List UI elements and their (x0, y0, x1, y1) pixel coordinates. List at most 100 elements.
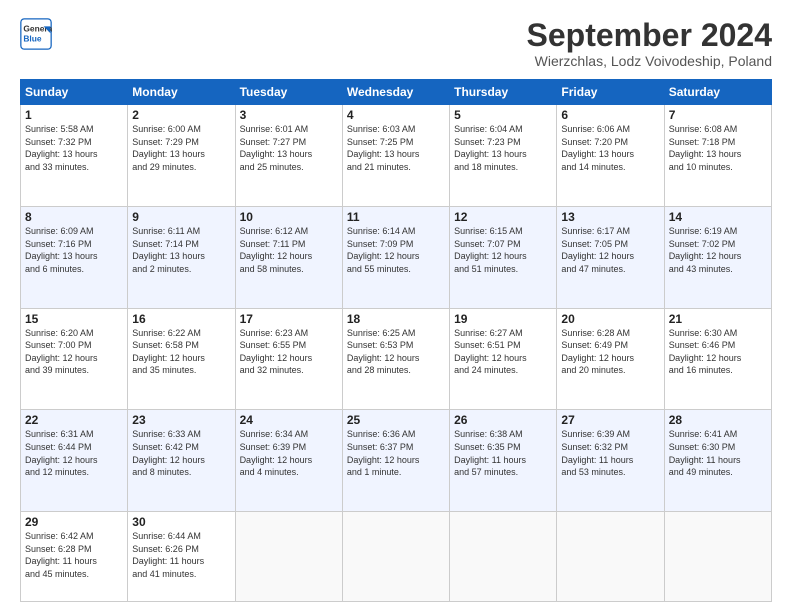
calendar-cell: 11Sunrise: 6:14 AM Sunset: 7:09 PM Dayli… (342, 206, 449, 308)
calendar-cell: 14Sunrise: 6:19 AM Sunset: 7:02 PM Dayli… (664, 206, 771, 308)
calendar-cell: 4Sunrise: 6:03 AM Sunset: 7:25 PM Daylig… (342, 105, 449, 207)
calendar-cell: 23Sunrise: 6:33 AM Sunset: 6:42 PM Dayli… (128, 410, 235, 512)
day-info: Sunrise: 6:19 AM Sunset: 7:02 PM Dayligh… (669, 225, 767, 275)
day-number: 10 (240, 210, 338, 224)
calendar-cell: 1Sunrise: 5:58 AM Sunset: 7:32 PM Daylig… (21, 105, 128, 207)
day-number: 13 (561, 210, 659, 224)
day-number: 2 (132, 108, 230, 122)
day-info: Sunrise: 6:03 AM Sunset: 7:25 PM Dayligh… (347, 123, 445, 173)
calendar-cell: 24Sunrise: 6:34 AM Sunset: 6:39 PM Dayli… (235, 410, 342, 512)
day-number: 19 (454, 312, 552, 326)
calendar-cell: 15Sunrise: 6:20 AM Sunset: 7:00 PM Dayli… (21, 308, 128, 410)
day-number: 26 (454, 413, 552, 427)
day-info: Sunrise: 6:38 AM Sunset: 6:35 PM Dayligh… (454, 428, 552, 478)
calendar-week-5: 29Sunrise: 6:42 AM Sunset: 6:28 PM Dayli… (21, 512, 772, 602)
calendar-table: SundayMondayTuesdayWednesdayThursdayFrid… (20, 79, 772, 602)
day-info: Sunrise: 6:42 AM Sunset: 6:28 PM Dayligh… (25, 530, 123, 580)
day-number: 21 (669, 312, 767, 326)
calendar-cell: 25Sunrise: 6:36 AM Sunset: 6:37 PM Dayli… (342, 410, 449, 512)
calendar-cell: 22Sunrise: 6:31 AM Sunset: 6:44 PM Dayli… (21, 410, 128, 512)
calendar-cell: 21Sunrise: 6:30 AM Sunset: 6:46 PM Dayli… (664, 308, 771, 410)
calendar-cell (664, 512, 771, 602)
calendar-cell (450, 512, 557, 602)
weekday-header-sunday: Sunday (21, 80, 128, 105)
day-info: Sunrise: 6:12 AM Sunset: 7:11 PM Dayligh… (240, 225, 338, 275)
day-info: Sunrise: 6:09 AM Sunset: 7:16 PM Dayligh… (25, 225, 123, 275)
day-info: Sunrise: 6:15 AM Sunset: 7:07 PM Dayligh… (454, 225, 552, 275)
calendar-week-2: 8Sunrise: 6:09 AM Sunset: 7:16 PM Daylig… (21, 206, 772, 308)
calendar-cell: 10Sunrise: 6:12 AM Sunset: 7:11 PM Dayli… (235, 206, 342, 308)
day-number: 27 (561, 413, 659, 427)
svg-text:Blue: Blue (23, 34, 42, 44)
day-info: Sunrise: 6:28 AM Sunset: 6:49 PM Dayligh… (561, 327, 659, 377)
day-info: Sunrise: 6:00 AM Sunset: 7:29 PM Dayligh… (132, 123, 230, 173)
day-info: Sunrise: 6:08 AM Sunset: 7:18 PM Dayligh… (669, 123, 767, 173)
weekday-header-row: SundayMondayTuesdayWednesdayThursdayFrid… (21, 80, 772, 105)
day-number: 11 (347, 210, 445, 224)
day-number: 15 (25, 312, 123, 326)
day-info: Sunrise: 6:27 AM Sunset: 6:51 PM Dayligh… (454, 327, 552, 377)
day-number: 18 (347, 312, 445, 326)
calendar-page: General Blue September 2024 Wierzchlas, … (0, 0, 792, 612)
day-number: 4 (347, 108, 445, 122)
day-number: 1 (25, 108, 123, 122)
calendar-cell: 5Sunrise: 6:04 AM Sunset: 7:23 PM Daylig… (450, 105, 557, 207)
day-info: Sunrise: 6:14 AM Sunset: 7:09 PM Dayligh… (347, 225, 445, 275)
day-info: Sunrise: 6:01 AM Sunset: 7:27 PM Dayligh… (240, 123, 338, 173)
calendar-cell: 6Sunrise: 6:06 AM Sunset: 7:20 PM Daylig… (557, 105, 664, 207)
day-number: 9 (132, 210, 230, 224)
day-number: 7 (669, 108, 767, 122)
weekday-header-thursday: Thursday (450, 80, 557, 105)
calendar-cell: 2Sunrise: 6:00 AM Sunset: 7:29 PM Daylig… (128, 105, 235, 207)
title-block: September 2024 Wierzchlas, Lodz Voivodes… (527, 18, 772, 69)
day-number: 25 (347, 413, 445, 427)
header: General Blue September 2024 Wierzchlas, … (20, 18, 772, 69)
calendar-cell: 8Sunrise: 6:09 AM Sunset: 7:16 PM Daylig… (21, 206, 128, 308)
logo-icon: General Blue (20, 18, 52, 50)
day-info: Sunrise: 5:58 AM Sunset: 7:32 PM Dayligh… (25, 123, 123, 173)
day-info: Sunrise: 6:34 AM Sunset: 6:39 PM Dayligh… (240, 428, 338, 478)
calendar-cell (235, 512, 342, 602)
day-number: 6 (561, 108, 659, 122)
calendar-cell: 29Sunrise: 6:42 AM Sunset: 6:28 PM Dayli… (21, 512, 128, 602)
calendar-cell (557, 512, 664, 602)
day-number: 28 (669, 413, 767, 427)
calendar-cell: 27Sunrise: 6:39 AM Sunset: 6:32 PM Dayli… (557, 410, 664, 512)
calendar-cell: 28Sunrise: 6:41 AM Sunset: 6:30 PM Dayli… (664, 410, 771, 512)
calendar-week-3: 15Sunrise: 6:20 AM Sunset: 7:00 PM Dayli… (21, 308, 772, 410)
calendar-cell: 30Sunrise: 6:44 AM Sunset: 6:26 PM Dayli… (128, 512, 235, 602)
day-info: Sunrise: 6:36 AM Sunset: 6:37 PM Dayligh… (347, 428, 445, 478)
calendar-cell: 20Sunrise: 6:28 AM Sunset: 6:49 PM Dayli… (557, 308, 664, 410)
calendar-cell: 17Sunrise: 6:23 AM Sunset: 6:55 PM Dayli… (235, 308, 342, 410)
calendar-cell: 3Sunrise: 6:01 AM Sunset: 7:27 PM Daylig… (235, 105, 342, 207)
day-number: 17 (240, 312, 338, 326)
day-info: Sunrise: 6:30 AM Sunset: 6:46 PM Dayligh… (669, 327, 767, 377)
calendar-cell: 9Sunrise: 6:11 AM Sunset: 7:14 PM Daylig… (128, 206, 235, 308)
day-info: Sunrise: 6:20 AM Sunset: 7:00 PM Dayligh… (25, 327, 123, 377)
day-info: Sunrise: 6:31 AM Sunset: 6:44 PM Dayligh… (25, 428, 123, 478)
day-info: Sunrise: 6:33 AM Sunset: 6:42 PM Dayligh… (132, 428, 230, 478)
day-number: 20 (561, 312, 659, 326)
weekday-header-tuesday: Tuesday (235, 80, 342, 105)
day-info: Sunrise: 6:22 AM Sunset: 6:58 PM Dayligh… (132, 327, 230, 377)
location: Wierzchlas, Lodz Voivodeship, Poland (527, 53, 772, 69)
calendar-week-1: 1Sunrise: 5:58 AM Sunset: 7:32 PM Daylig… (21, 105, 772, 207)
day-info: Sunrise: 6:44 AM Sunset: 6:26 PM Dayligh… (132, 530, 230, 580)
day-number: 29 (25, 515, 123, 529)
day-number: 22 (25, 413, 123, 427)
day-number: 3 (240, 108, 338, 122)
day-number: 5 (454, 108, 552, 122)
calendar-cell: 26Sunrise: 6:38 AM Sunset: 6:35 PM Dayli… (450, 410, 557, 512)
day-number: 23 (132, 413, 230, 427)
day-number: 14 (669, 210, 767, 224)
day-info: Sunrise: 6:04 AM Sunset: 7:23 PM Dayligh… (454, 123, 552, 173)
day-info: Sunrise: 6:25 AM Sunset: 6:53 PM Dayligh… (347, 327, 445, 377)
calendar-cell: 19Sunrise: 6:27 AM Sunset: 6:51 PM Dayli… (450, 308, 557, 410)
calendar-cell: 13Sunrise: 6:17 AM Sunset: 7:05 PM Dayli… (557, 206, 664, 308)
calendar-cell: 12Sunrise: 6:15 AM Sunset: 7:07 PM Dayli… (450, 206, 557, 308)
day-number: 30 (132, 515, 230, 529)
day-number: 24 (240, 413, 338, 427)
logo: General Blue (20, 18, 52, 50)
calendar-week-4: 22Sunrise: 6:31 AM Sunset: 6:44 PM Dayli… (21, 410, 772, 512)
month-title: September 2024 (527, 18, 772, 53)
